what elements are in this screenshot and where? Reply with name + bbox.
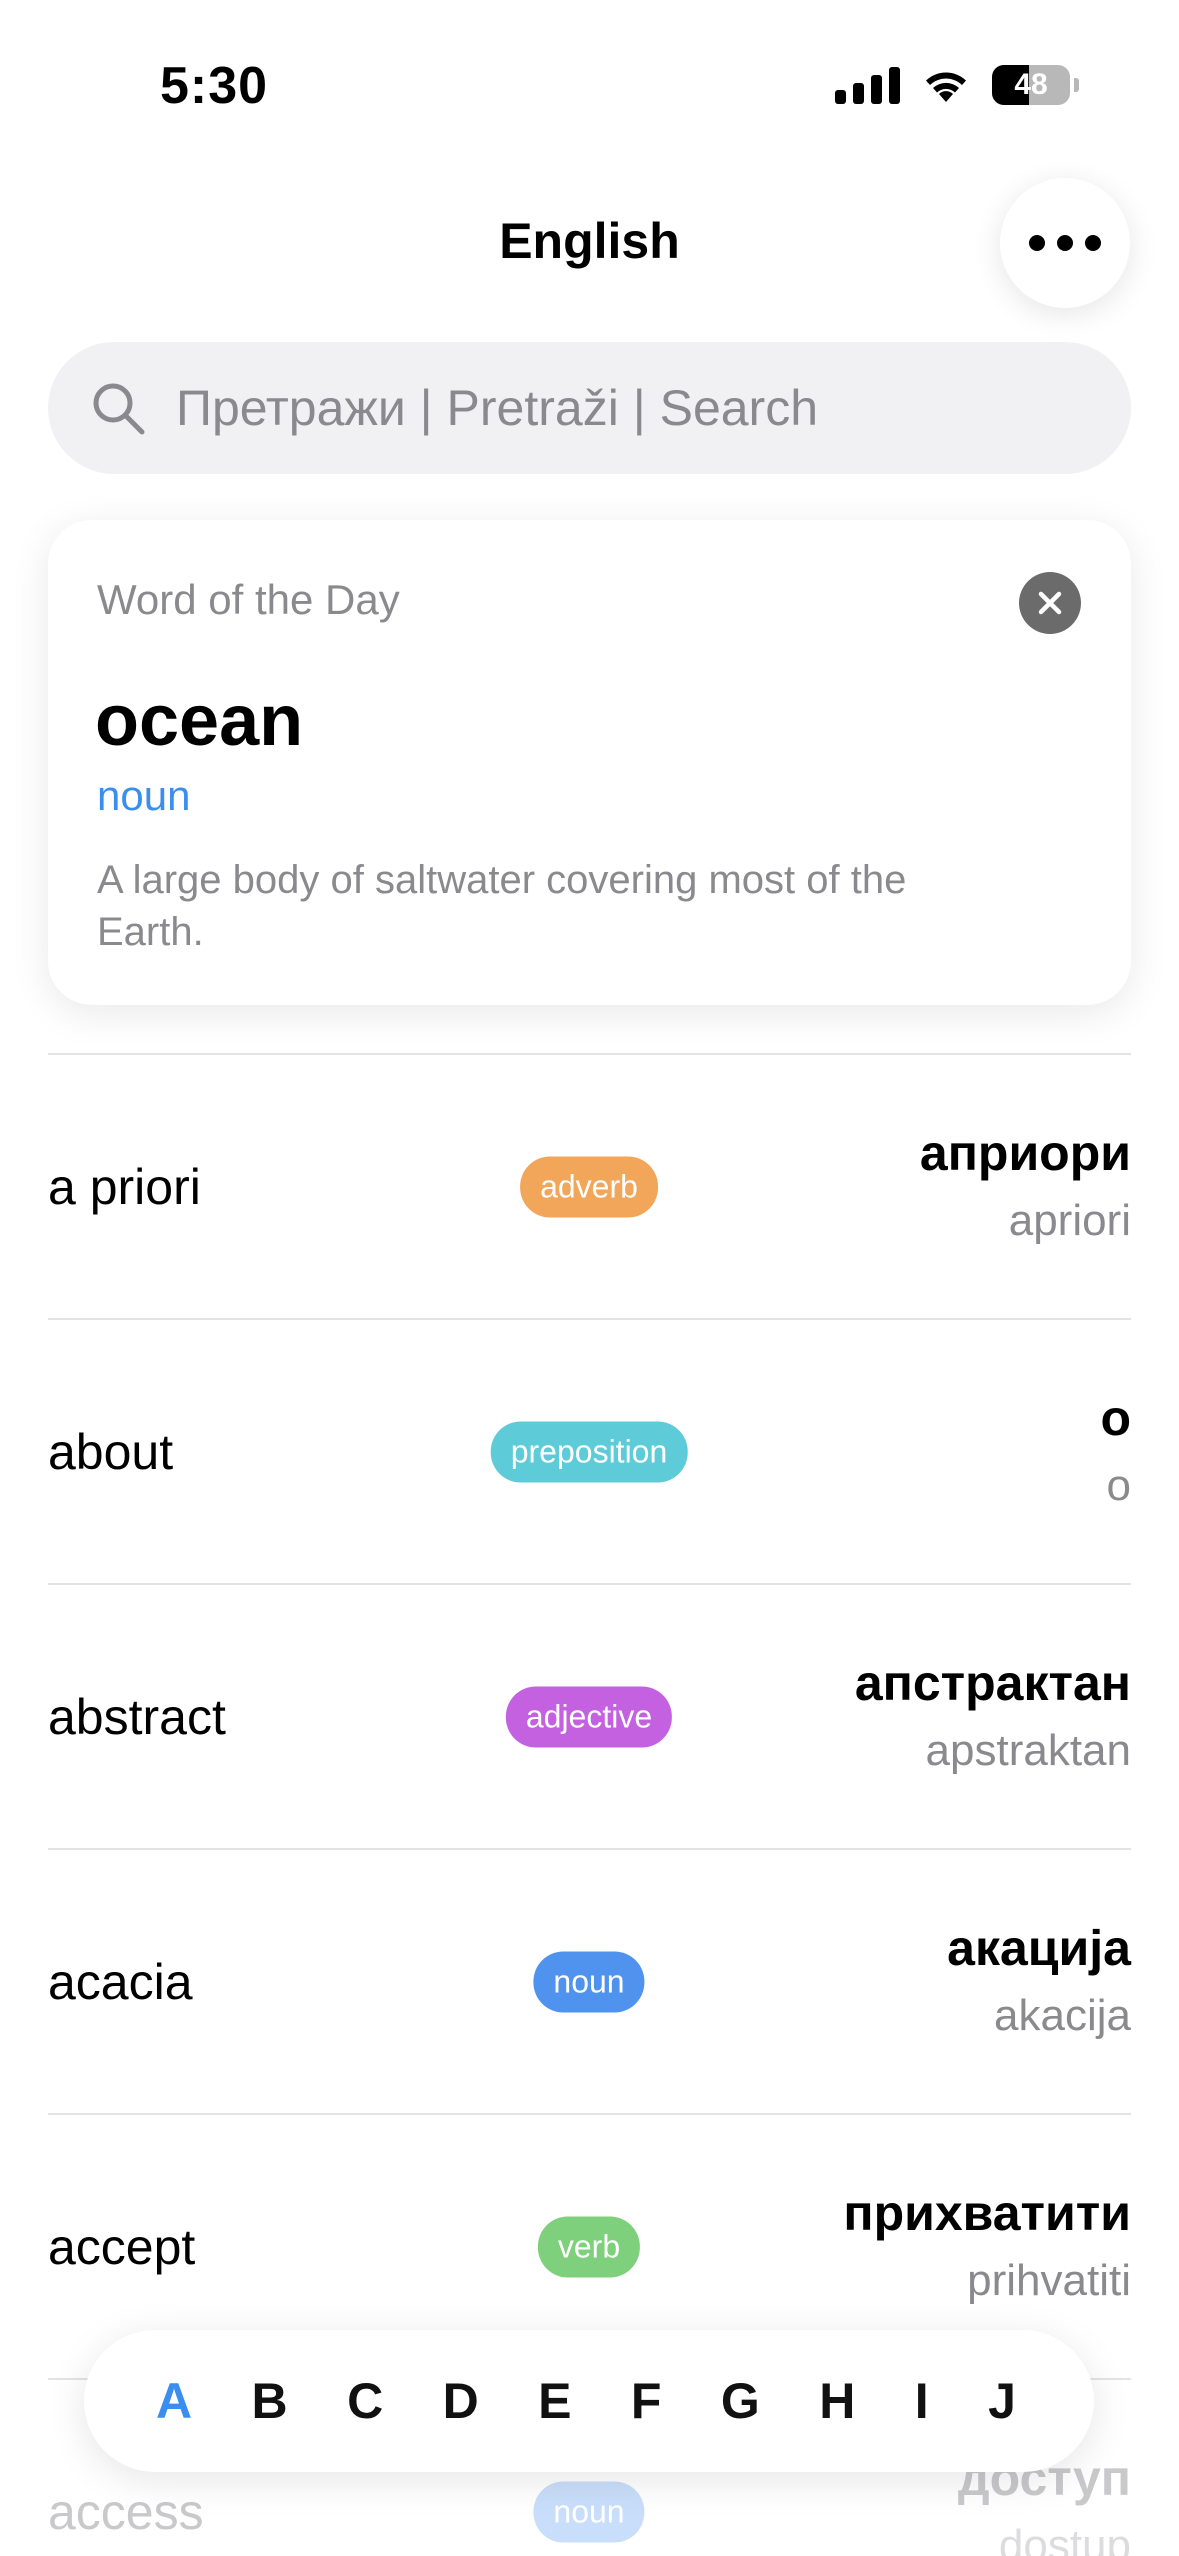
word-row[interactable]: acacia noun акација akacija [48,1848,1131,2113]
word-english: acacia [48,1953,193,2010]
battery-level: 48 [1014,68,1048,101]
wotd-part-of-speech: noun [97,772,191,819]
pos-badge: verb [537,2216,641,2277]
alphabet-letter[interactable]: I [915,2372,929,2430]
wotd-word: ocean [95,681,304,761]
status-bar: 5:30 48 [0,0,1179,170]
word-english: a priori [48,1158,201,1215]
translation-latin: o [1106,1460,1131,1510]
translation-latin: apriori [1008,1195,1131,1245]
close-icon [1038,591,1062,615]
alphabet-letter[interactable]: A [156,2372,192,2430]
translation-latin: prihvatiti [967,2255,1131,2305]
status-time: 5:30 [160,57,269,115]
translation-cyrillic: априори [919,1124,1131,1181]
more-dots-icon [1029,235,1045,251]
word-english: about [48,1423,174,1480]
pos-badge: adjective [505,1686,673,1747]
word-row[interactable]: a priori adverb априори apriori [48,1053,1131,1318]
translation-latin: dostup [998,2520,1131,2556]
cellular-signal-icon [835,66,900,104]
alphabet-letter[interactable]: G [721,2372,760,2430]
search-icon [93,383,145,435]
alphabet-letter[interactable]: D [443,2372,479,2430]
alphabet-letter[interactable]: B [252,2372,288,2430]
word-translation: апстрактан apstraktan [855,1652,1131,1782]
translation-cyrillic: апстрактан [854,1654,1131,1711]
wotd-definition: A large body of saltwater covering most … [97,858,907,954]
wotd-heading: Word of the Day [97,576,400,623]
pos-badge: noun [533,1951,645,2012]
alphabet-letter[interactable]: C [347,2372,383,2430]
word-of-the-day-card[interactable]: Word of the Day ocean noun A large body … [48,520,1131,1005]
alphabet-index-bar: A B C D E F G H I J [84,2330,1094,2472]
word-translation: о o [1100,1387,1131,1517]
search-bar[interactable] [48,342,1131,474]
wifi-icon [926,72,966,102]
word-translation: априори apriori [920,1122,1131,1252]
battery-icon: 48 [992,65,1070,105]
alphabet-letter[interactable]: F [631,2372,662,2430]
alphabet-letter[interactable]: E [538,2372,571,2430]
alphabet-letter[interactable]: J [988,2372,1016,2430]
pos-badge: noun [533,2481,645,2542]
close-wotd-button[interactable] [1019,572,1081,634]
word-row[interactable]: about preposition о o [48,1318,1131,1583]
translation-cyrillic: прихватити [843,2184,1131,2241]
translation-cyrillic: акација [947,1919,1131,1976]
search-input[interactable] [176,379,1076,437]
word-english: abstract [48,1688,226,1745]
more-options-button[interactable] [1000,178,1130,308]
alphabet-letter[interactable]: H [819,2372,855,2430]
pos-badge: adverb [520,1156,658,1217]
translation-cyrillic: о [1100,1389,1131,1446]
status-icons: 48 [835,62,1079,108]
word-translation: акација akacija [947,1917,1131,2047]
translation-latin: akacija [994,1990,1131,2040]
word-translation: прихватити prihvatiti [843,2182,1131,2312]
word-english: access [48,2483,204,2540]
translation-latin: apstraktan [925,1725,1131,1775]
pos-badge: preposition [490,1421,688,1482]
word-row[interactable]: abstract adjective апстрактан apstraktan [48,1583,1131,1848]
word-english: accept [48,2218,196,2275]
